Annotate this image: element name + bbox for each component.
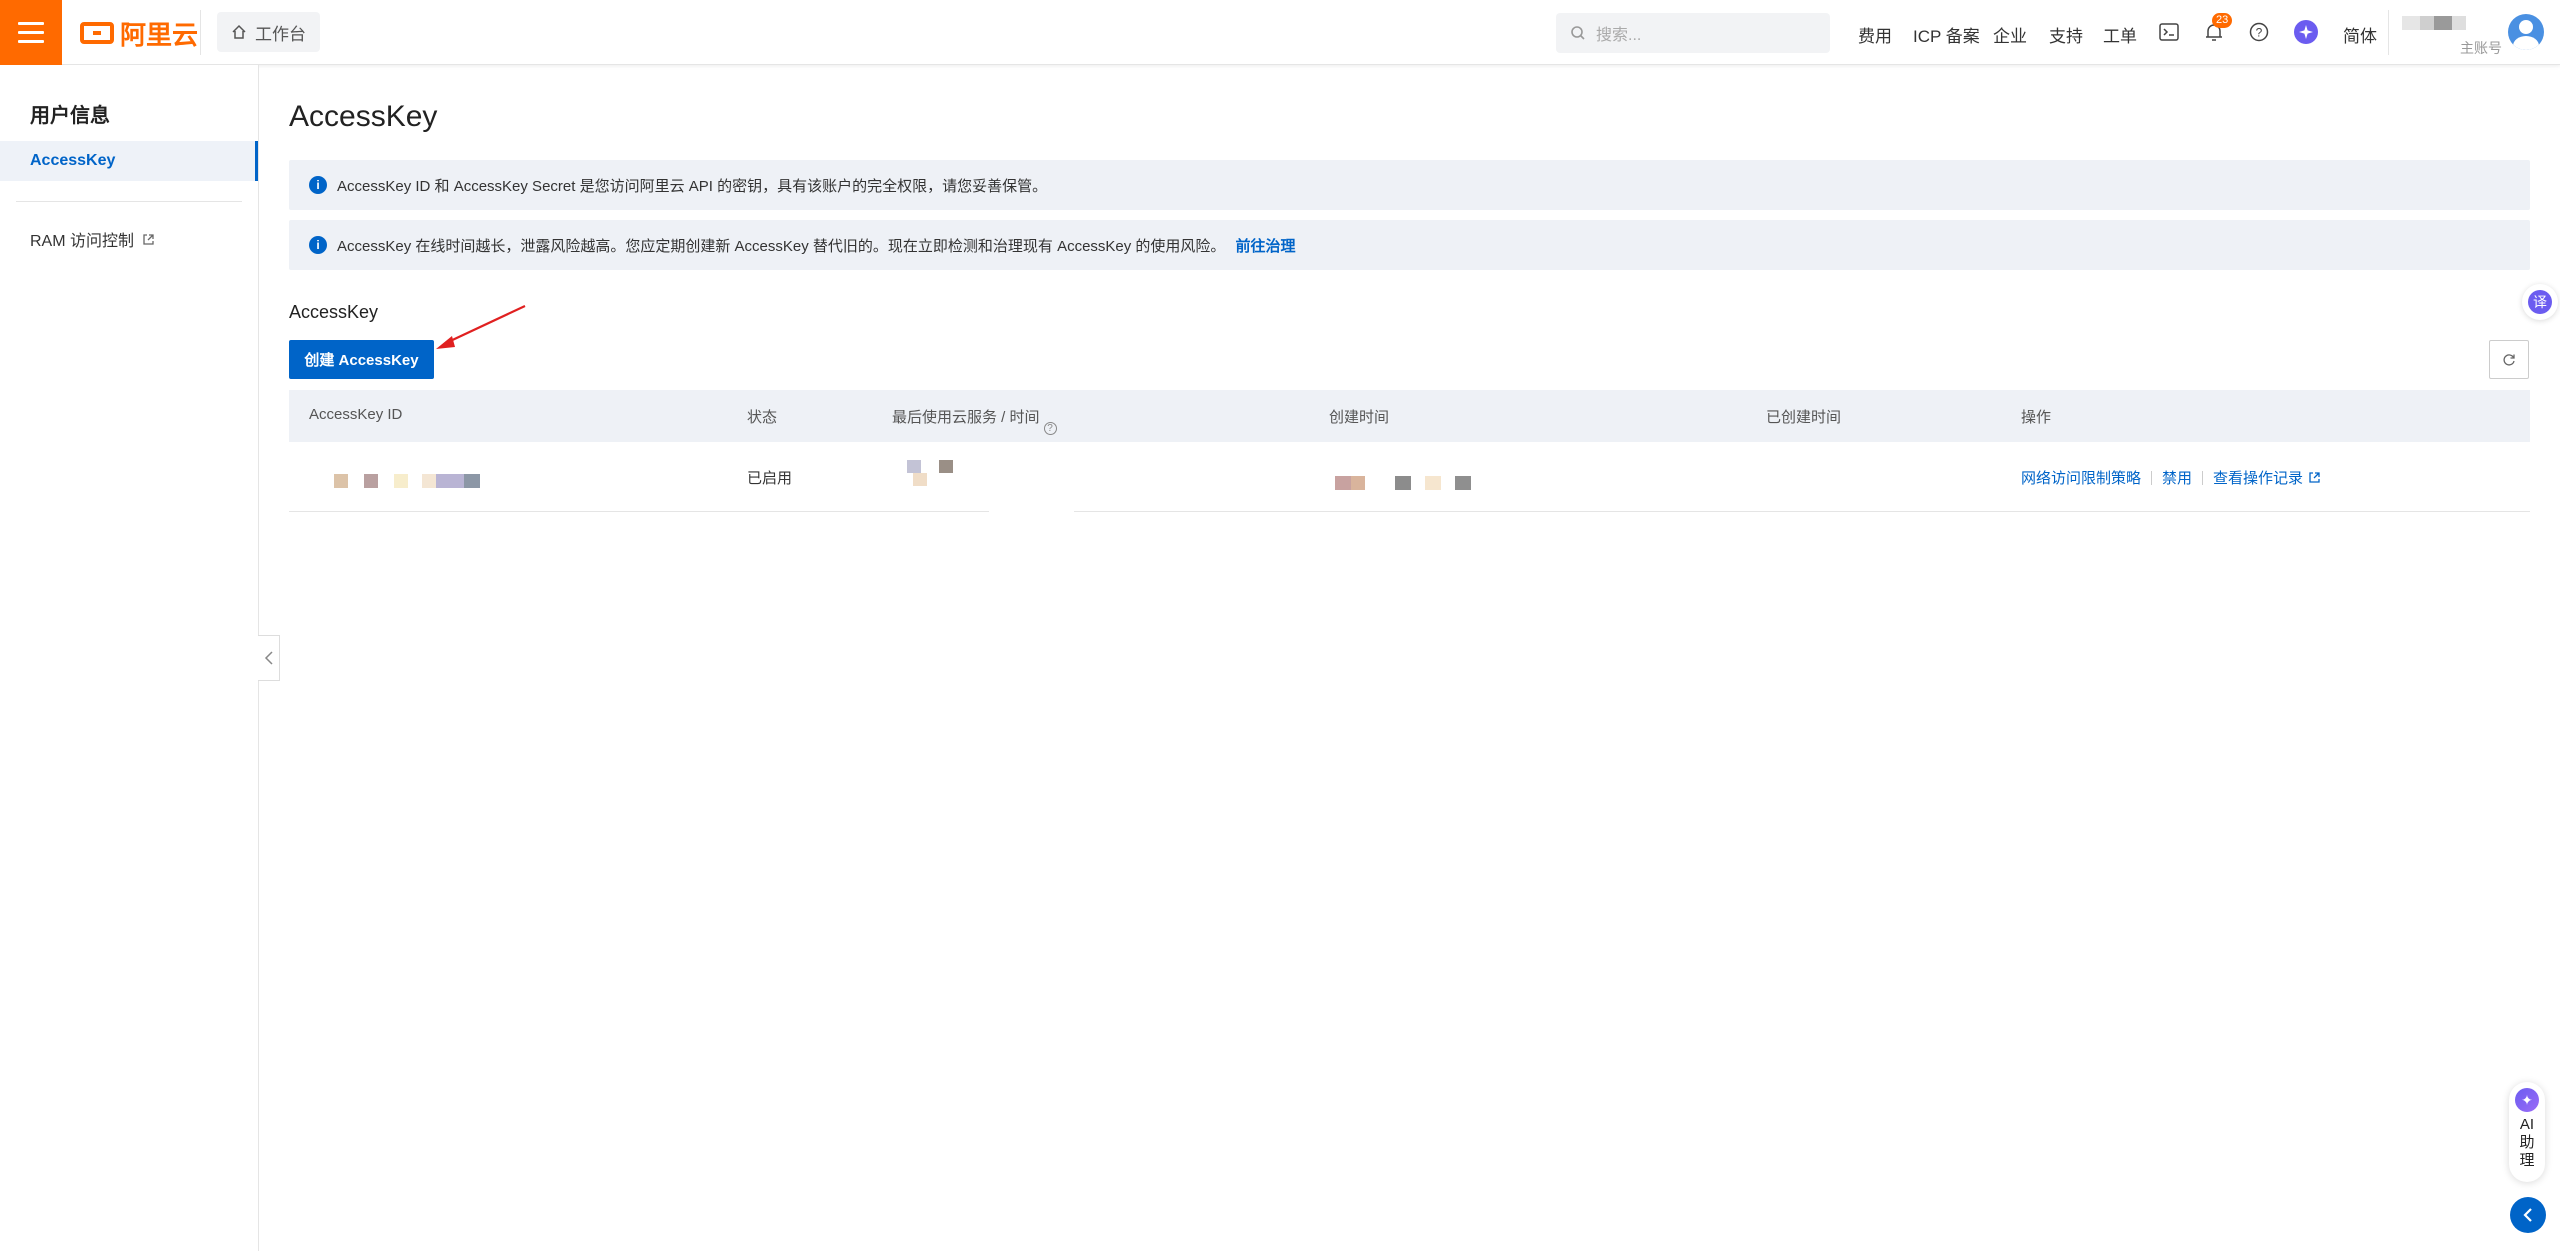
- translate-button[interactable]: 译: [2522, 284, 2558, 320]
- workbench-label: 工作台: [255, 24, 306, 44]
- search-input[interactable]: 搜索...: [1556, 13, 1830, 53]
- chevron-left-icon: [2523, 1208, 2532, 1222]
- sidebar-title: 用户信息: [30, 105, 110, 127]
- info-alert-rotation: i AccessKey 在线时间越长，泄露风险越高。您应定期创建新 Access…: [289, 220, 2530, 270]
- logo-mark-icon: [80, 22, 114, 44]
- chevron-left-icon: [264, 651, 273, 665]
- top-navigation-bar: 阿里云 工作台 搜索... 费用 ICP 备案 企业 支持 工单 23 ? 简体…: [0, 0, 2560, 65]
- divider: [200, 10, 201, 55]
- info-icon: i: [309, 236, 327, 254]
- view-logs-link[interactable]: 查看操作记录: [2213, 467, 2303, 488]
- account-role: 主账号: [2460, 40, 2502, 56]
- col-age: 已创建时间: [1766, 409, 1842, 426]
- page-title: AccessKey: [289, 100, 438, 133]
- sidebar-collapse-button[interactable]: [258, 635, 280, 681]
- created-time-redacted: [1335, 476, 1471, 490]
- nav-enterprise[interactable]: 企业: [1993, 22, 2027, 47]
- alert-text: AccessKey ID 和 AccessKey Secret 是您访问阿里云 …: [337, 177, 1048, 195]
- search-placeholder: 搜索...: [1596, 27, 1642, 44]
- col-last-used-label: 最后使用云服务 / 时间: [892, 409, 1040, 426]
- col-created-time: 创建时间: [1329, 409, 1390, 426]
- action-divider: [2151, 470, 2153, 485]
- account-name-redacted: [2402, 16, 2466, 30]
- info-alert-security: i AccessKey ID 和 AccessKey Secret 是您访问阿里…: [289, 160, 2530, 210]
- home-icon: [232, 24, 246, 39]
- ai-assistant-button[interactable]: ✦ AI助理: [2509, 1082, 2545, 1182]
- external-link-icon: [2309, 472, 2320, 483]
- language-switch[interactable]: 简体: [2343, 22, 2377, 47]
- table-row: 已启用 网络访问限制策略 禁用 查看操作记录: [289, 442, 2530, 512]
- sidebar: 用户信息 AccessKey RAM 访问控制: [0, 65, 259, 1251]
- sidebar-item-label: AccessKey: [30, 152, 116, 169]
- refresh-icon: [2503, 353, 2515, 366]
- col-status: 状态: [747, 409, 778, 426]
- alert-text: AccessKey 在线时间越长，泄露风险越高。您应定期创建新 AccessKe…: [337, 237, 1226, 255]
- divider: [2388, 10, 2389, 55]
- col-last-used: 最后使用云服务 / 时间?: [892, 406, 1057, 435]
- row-actions: 网络访问限制策略 禁用 查看操作记录: [2021, 467, 2321, 488]
- aliyun-logo[interactable]: 阿里云: [80, 16, 198, 50]
- col-actions: 操作: [2021, 409, 2052, 426]
- govern-link[interactable]: 前往治理: [1235, 235, 1295, 256]
- nav-support[interactable]: 支持: [2049, 22, 2083, 47]
- nav-tickets[interactable]: 工单: [2103, 22, 2137, 47]
- nav-icp-filing[interactable]: ICP 备案: [1913, 22, 1980, 47]
- avatar[interactable]: [2508, 14, 2544, 50]
- help-icon[interactable]: ?: [2247, 20, 2271, 44]
- hamburger-menu-button[interactable]: [0, 0, 62, 65]
- sidebar-item-ram-access-control[interactable]: RAM 访问控制: [30, 227, 155, 251]
- info-icon: i: [309, 176, 327, 194]
- col-accesskey-id: AccessKey ID: [309, 406, 403, 423]
- network-policy-link[interactable]: 网络访问限制策略: [2021, 467, 2141, 488]
- workbench-button[interactable]: 工作台: [217, 12, 320, 52]
- status-text: 已启用: [747, 470, 793, 487]
- sidebar-divider: [16, 201, 242, 202]
- action-divider: [2202, 470, 2204, 485]
- external-link-icon: [143, 233, 154, 245]
- notification-badge: 23: [2212, 13, 2233, 28]
- refresh-button[interactable]: [2489, 340, 2529, 379]
- last-used-redacted: [907, 460, 953, 486]
- ai-panel-collapse-button[interactable]: [2510, 1197, 2546, 1233]
- row-divider: [289, 511, 989, 512]
- accesskey-id-redacted: [334, 474, 480, 488]
- ai-assistant-label: AI助理: [2519, 1116, 2535, 1169]
- sidebar-item-accesskey[interactable]: AccessKey: [0, 141, 258, 181]
- disable-link[interactable]: 禁用: [2162, 467, 2192, 488]
- translate-icon: 译: [2528, 290, 2552, 314]
- table-header: AccessKey ID 状态 最后使用云服务 / 时间? 创建时间 已创建时间…: [289, 390, 2530, 442]
- nav-billing[interactable]: 费用: [1858, 22, 1892, 47]
- logo-text: 阿里云: [120, 19, 199, 50]
- create-accesskey-button[interactable]: 创建 AccessKey: [289, 340, 434, 379]
- ai-assistant-icon[interactable]: [2294, 20, 2318, 44]
- section-title: AccessKey: [289, 302, 379, 322]
- sidebar-item-label: RAM 访问控制: [30, 233, 135, 250]
- ai-star-icon: ✦: [2515, 1088, 2539, 1112]
- annotation-arrow-icon: [436, 305, 526, 349]
- row-divider: [1074, 511, 2530, 512]
- question-icon[interactable]: ?: [1043, 422, 1057, 435]
- search-icon: [1571, 26, 1585, 40]
- svg-text:?: ?: [2256, 26, 2263, 40]
- terminal-icon[interactable]: [2157, 20, 2181, 44]
